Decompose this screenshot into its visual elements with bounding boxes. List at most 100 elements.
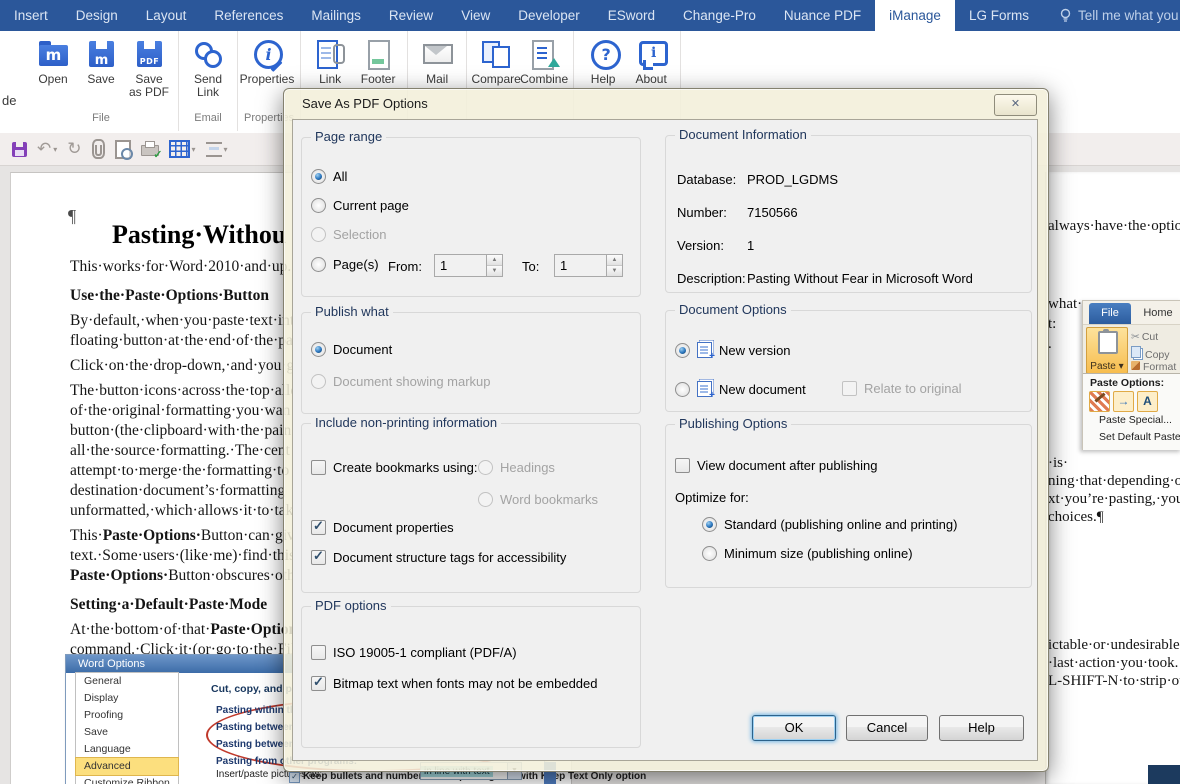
ribbon-button-label: Link [319,72,342,86]
doc-info-row: Version: 1 [677,238,755,253]
link-doc-icon [312,37,348,71]
checkbox-view-after-publishing[interactable]: View document after publishing [675,458,877,473]
ribbon-button[interactable]: Save [78,37,124,86]
ribbon-button[interactable]: Link [307,37,353,86]
ribbon-button-label: Save [87,72,115,86]
spin-down-icon[interactable]: ▼ [607,266,622,276]
ribbon-group: Send Link Email [179,31,238,131]
publishing-options-group: Publishing Options [665,416,1032,588]
ribbon-button[interactable]: Properties [240,37,294,86]
pm-format-painter-item: Format Pair [1131,361,1180,373]
doc-image-fragment [1148,765,1180,784]
home-tab: Home [1143,307,1173,319]
ribbon-button[interactable]: Footer [355,37,401,86]
doc-info-row: Number: 7150566 [677,205,798,220]
doc-fragment: t: [1048,316,1057,332]
new-version-icon [697,342,715,362]
radio-current-page[interactable]: Current page [311,198,409,213]
ribbon-tab[interactable]: iManage [875,0,955,31]
set-default-paste-item: Set Default Paste [1099,431,1180,443]
cancel-button[interactable]: Cancel [846,715,928,741]
pm-copy-item: Copy [1131,346,1170,361]
ribbon-button-label: Properties [239,72,295,86]
ribbon-group-label: File [92,112,110,124]
ribbon-tab[interactable]: ESword [594,0,669,31]
ribbon-button[interactable]: Compare [471,37,521,86]
redo-icon[interactable]: ↻ [67,136,81,162]
ribbon-button[interactable]: Open [30,37,76,86]
ribbon-tab[interactable]: Developer [504,0,594,31]
open-folder-icon [35,37,71,71]
ribbon-button[interactable]: Send Link [185,37,231,99]
quick-print-icon[interactable] [140,136,163,162]
dialog-title: Save As PDF Options [302,96,428,111]
checkbox-relate-to-original: Relate to original [842,381,962,396]
close-icon[interactable]: ✕ [994,94,1037,116]
doc-fragment: ning·that·depending·on· [1048,473,1180,489]
checkbox-create-bookmarks[interactable]: Create bookmarks using: [311,460,478,475]
compare-icon [478,37,514,71]
non-printing-group: Include non-printing information [301,415,641,593]
attach-icon[interactable] [91,136,105,162]
checkbox-bitmap-text[interactable]: Bitmap text when fonts may not be embedd… [311,674,598,691]
tell-me-box[interactable]: Tell me what you w [1043,0,1180,31]
checkbox-structure-tags[interactable]: Document structure tags for accessibilit… [311,548,566,565]
radio-minimum-size[interactable]: Minimum size (publishing online) [702,546,913,561]
doc-fragment: ·last·action·you·took.·If [1048,655,1180,671]
ribbon-tab[interactable]: Layout [132,0,201,31]
ribbon-tab[interactable]: View [447,0,504,31]
undo-icon[interactable]: ↶ ▾ [37,136,57,162]
ribbon-button[interactable]: Mail [414,37,460,86]
help-button[interactable]: Help [939,715,1024,741]
keep-source-formatting-icon [1089,391,1110,412]
document-heading: Pasting·Withou [112,220,287,249]
radio-new-document[interactable]: New document [675,381,806,401]
scissors-icon: ✂ [1131,331,1140,343]
doc-fragment: what· [1048,296,1083,312]
ribbon-button[interactable]: Save as PDF [126,37,172,99]
ribbon-button[interactable]: About [628,37,674,86]
ribbon-button-label: Help [590,72,616,86]
paste-options-dropdown: Paste Options: A Paste Special... Set De… [1083,373,1180,450]
spin-up-icon[interactable]: ▲ [487,255,502,266]
radio-new-version[interactable]: New version [675,342,791,362]
checkbox-iso-compliant[interactable]: ISO 19005-1 compliant (PDF/A) [311,645,517,660]
ribbon-tab[interactable]: Mailings [297,0,375,31]
save-icon[interactable] [12,136,27,162]
from-input[interactable]: 1 ▲ ▼ [434,254,503,277]
ribbon-tab[interactable]: Change-Pro [669,0,770,31]
save-pdf-icon [131,37,167,71]
ribbon-tab[interactable]: Review [375,0,447,31]
radio-all[interactable]: All [311,169,347,184]
doc-fragment: L-SHIFT-N·to·strip·out· [1048,673,1180,689]
ribbon-tab[interactable]: Insert [0,0,62,31]
to-input[interactable]: 1 ▲ ▼ [554,254,623,277]
optimize-for-label: Optimize for: [675,490,749,505]
screen: Insert Design Layout References Mailings Revi… [0,0,1180,784]
spin-down-icon[interactable]: ▼ [487,266,502,276]
ok-button[interactable]: OK [752,715,836,741]
ribbon-button[interactable]: Combine [520,37,569,86]
radio-document-markup: Document showing markup [311,374,491,389]
ribbon-button-label: Combine [520,72,569,86]
wo-checkbox[interactable]: ✓ [289,772,300,783]
publish-what-group: Publish what [301,304,641,414]
spin-up-icon[interactable]: ▲ [607,255,622,266]
breaks-icon[interactable]: ▾ [205,136,228,162]
radio-pages[interactable]: Page(s) [311,257,379,272]
print-preview-icon[interactable] [114,136,133,162]
ribbon-tab[interactable]: Design [62,0,132,31]
ribbon-button[interactable]: Help [580,37,626,86]
paste-special-item: Paste Special... [1099,414,1172,426]
checkbox-document-properties[interactable]: Document properties [311,518,454,535]
ribbon-tab[interactable]: Nuance PDF [770,0,875,31]
radio-standard[interactable]: Standard (publishing online and printing… [702,517,957,532]
merge-formatting-icon [1113,391,1134,412]
table-icon[interactable]: ▾ [168,136,196,162]
ribbon-tab[interactable]: LG Forms [955,0,1043,31]
radio-word-bookmarks: Word bookmarks [478,492,598,507]
ribbon-tab[interactable]: References [200,0,297,31]
radio-document[interactable]: Document [311,342,392,357]
ribbon-button-label: About [635,72,667,86]
paste-button: Paste ▾ [1086,327,1128,374]
